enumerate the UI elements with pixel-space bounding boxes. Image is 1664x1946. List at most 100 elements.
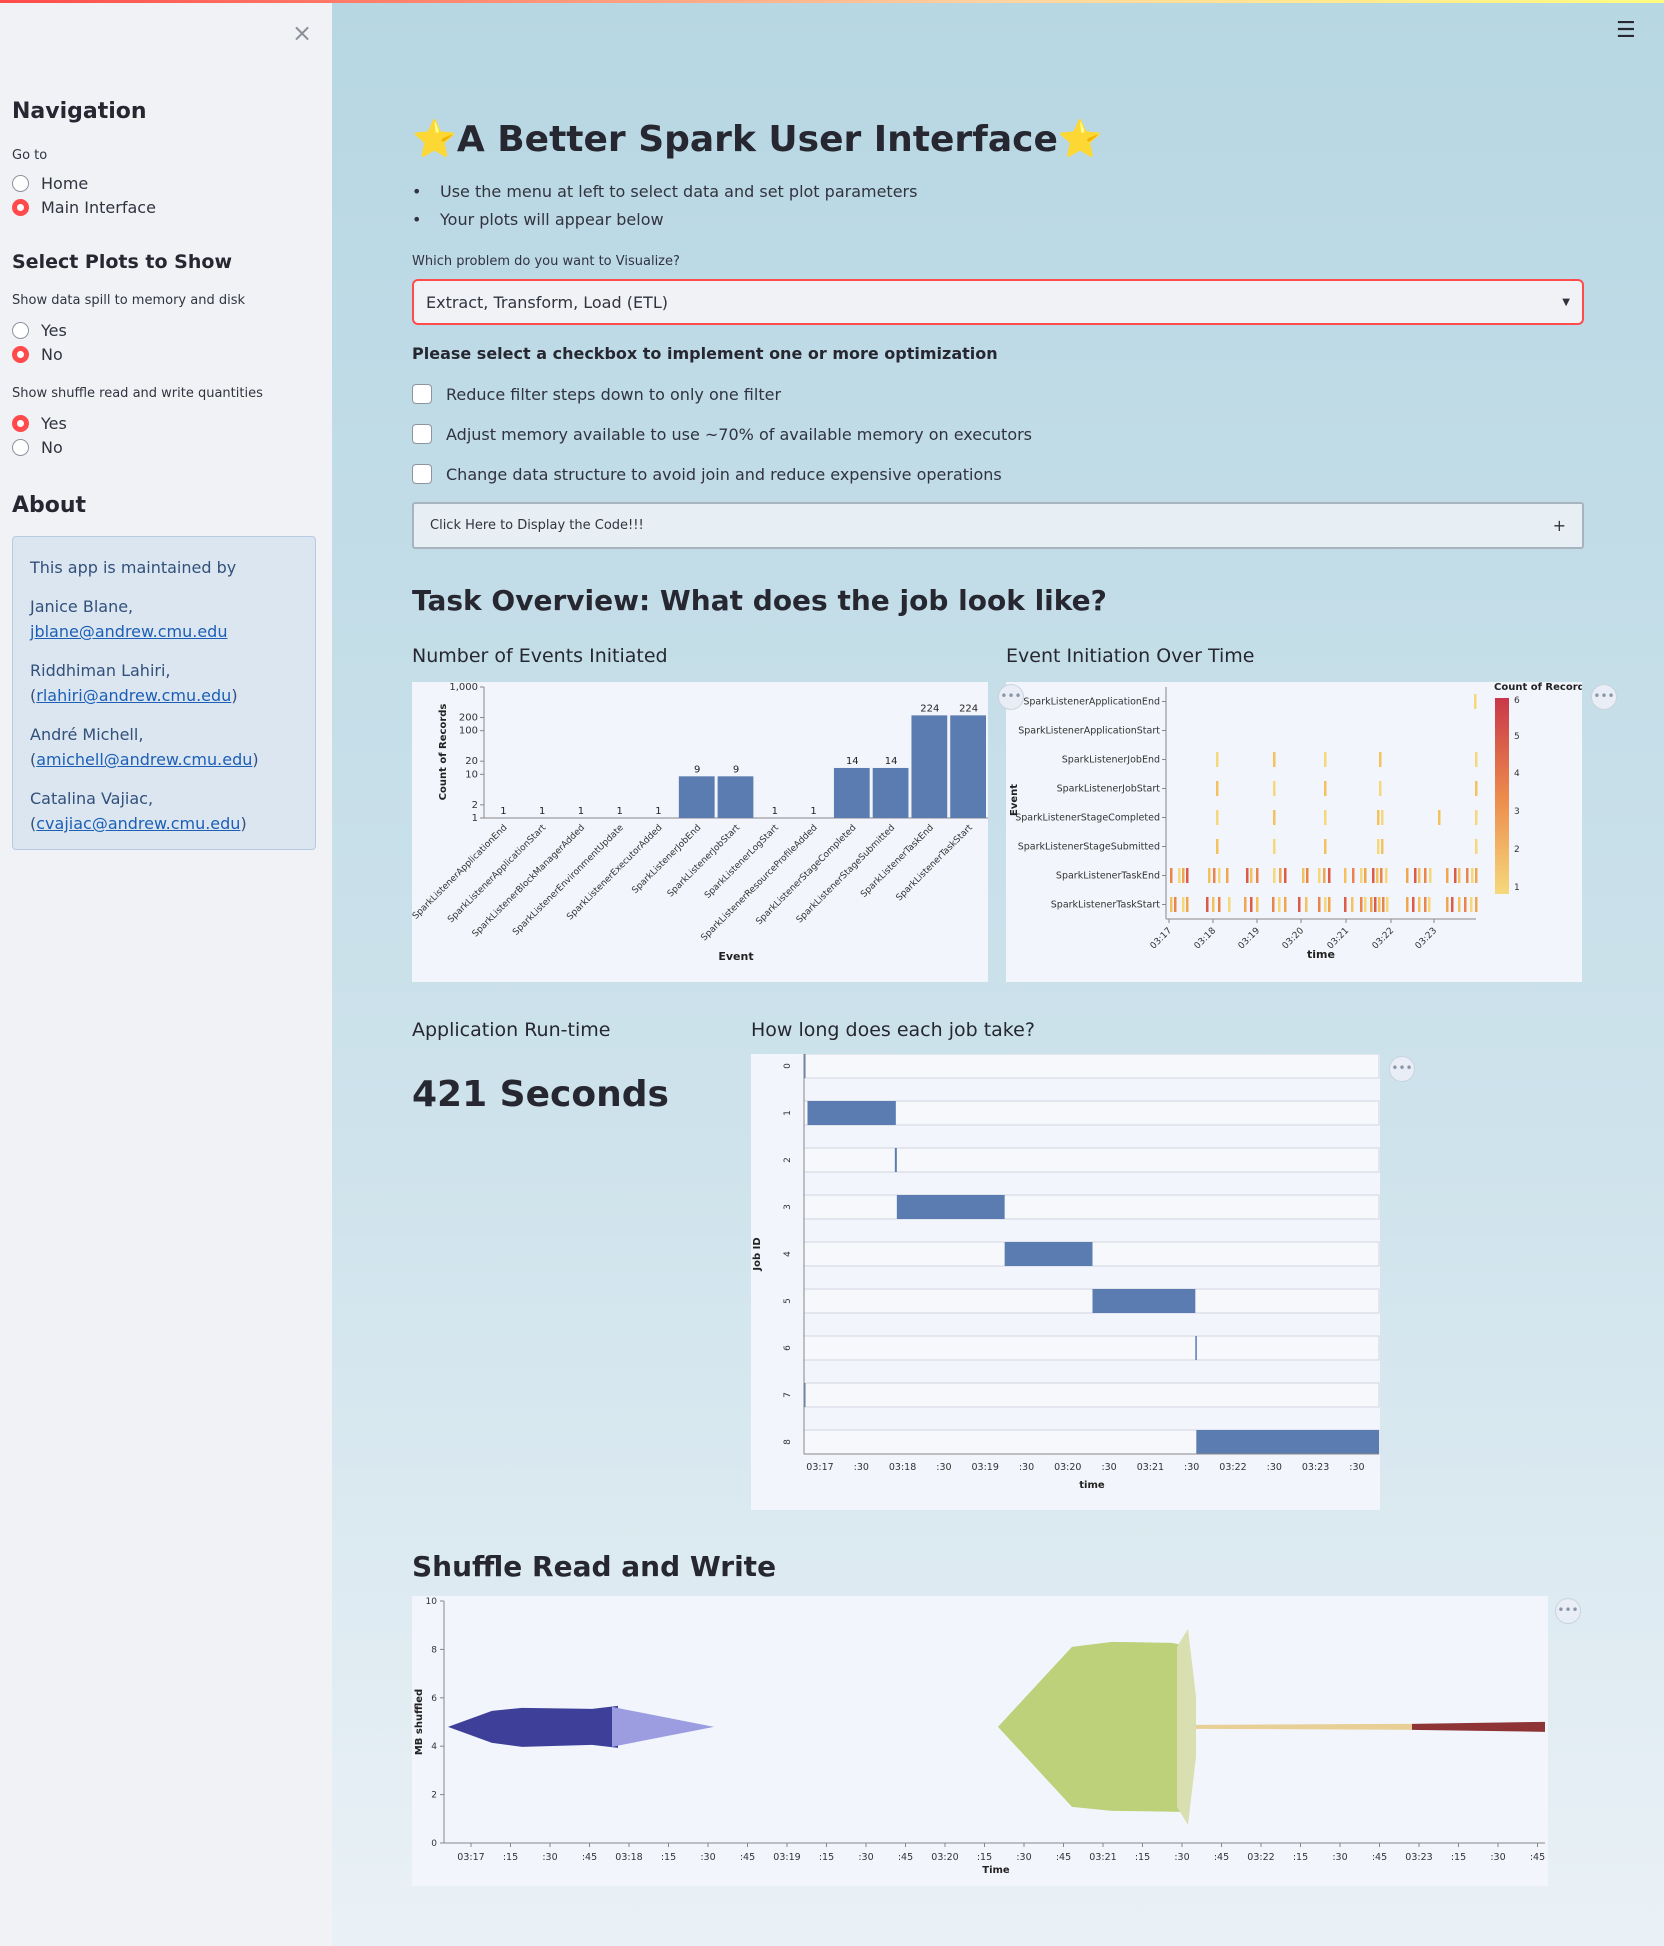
code-expander[interactable]: Click Here to Display the Code!!! +	[412, 502, 1584, 549]
chart-actions-icon[interactable]: •••	[1389, 1056, 1415, 1082]
x-tick-label: :45	[1214, 1852, 1229, 1863]
x-tick-label: :15	[1451, 1852, 1466, 1863]
problem-select-label: Which problem do you want to Visualize?	[412, 254, 680, 269]
y-tick-label: 2	[783, 1157, 793, 1163]
x-tick-label: :30	[1267, 1462, 1282, 1473]
bar-value-label: 14	[846, 756, 859, 767]
heatmap-cell	[1174, 897, 1177, 912]
shuffle-radio-no[interactable]: No	[12, 438, 63, 457]
heatmap-cell	[1364, 868, 1367, 883]
x-tick-label: :30	[542, 1852, 557, 1863]
y-tick-label: 7	[783, 1392, 793, 1398]
shuffle-radio-yes[interactable]: Yes	[12, 414, 67, 433]
x-tick-label: 03:17	[806, 1462, 833, 1473]
y-tick-label: 1	[783, 1110, 793, 1116]
heatmap-cell	[1284, 868, 1287, 883]
chart-actions-icon[interactable]: •••	[1591, 684, 1617, 710]
chart-actions-icon[interactable]: •••	[1555, 1598, 1581, 1624]
heatmap-cell	[1278, 897, 1281, 912]
x-tick-label: 03:21	[1089, 1852, 1116, 1863]
heatmap-cell	[1279, 868, 1282, 883]
x-tick-label: :30	[700, 1852, 715, 1863]
x-tick-label: 03:17	[1149, 926, 1174, 951]
email-link[interactable]: amichell@andrew.cmu.edu	[36, 750, 252, 769]
heatmap-cell	[1302, 868, 1305, 883]
heatmap-cell	[1381, 839, 1384, 854]
heatmap-cell	[1324, 897, 1327, 912]
heatmap-cell	[1216, 752, 1219, 767]
radio-label: Yes	[41, 414, 67, 433]
nav-radio-home[interactable]: Home	[12, 174, 88, 193]
x-tick-label: 03:18	[889, 1462, 916, 1473]
x-tick-label: SparkListenerLogStart	[703, 823, 781, 901]
heatmap-cell	[1475, 781, 1478, 796]
chart-actions-icon[interactable]: •••	[998, 684, 1024, 710]
row-band	[803, 1053, 1380, 1079]
row-band	[803, 1382, 1380, 1408]
nav-radio-main-interface[interactable]: Main Interface	[12, 198, 156, 217]
spill-label: Show data spill to memory and disk	[12, 293, 246, 308]
select-value: Extract, Transform, Load (ETL)	[426, 292, 668, 312]
job-gantt-panel: 0 1 2 3 4 5 6 7 8 03:17:30 03:18:30 03:19:30 03:20:3…	[751, 1053, 1380, 1510]
events-chart-title: Number of Events Initiated	[412, 645, 668, 667]
email-link[interactable]: rlahiri@andrew.cmu.edu	[36, 686, 231, 705]
heatmap-cell	[1170, 897, 1173, 912]
maintainer-item: Janice Blane, jblane@andrew.cmu.edu	[30, 594, 298, 644]
spill-radio-no[interactable]: No	[12, 345, 63, 364]
heatmap-cell	[1228, 897, 1231, 912]
x-tick-label: 03:23	[1405, 1852, 1432, 1863]
events-bar-chart-panel: 1,000 200 100 20 10 2 1 Count of Records 1 SparkL…	[411, 682, 988, 982]
email-link[interactable]: cvajiac@andrew.cmu.edu	[36, 814, 240, 833]
radio-circle-icon	[12, 439, 29, 456]
x-tick-label: :30	[854, 1462, 869, 1473]
bar	[833, 767, 870, 818]
task-overview-heading: Task Overview: What does the job look li…	[412, 584, 1107, 617]
heatmap-cell	[1246, 868, 1249, 883]
series-area	[612, 1706, 714, 1747]
checkbox-label: Reduce filter steps down to only one fil…	[446, 384, 782, 404]
bar-value-label: 1	[500, 806, 506, 817]
x-tick-label: :30	[936, 1462, 951, 1473]
y-tick-label: SparkListenerStageCompleted	[1015, 813, 1160, 824]
heatmap-cell	[1351, 897, 1354, 912]
event-heatmap-panel: SparkListenerApplicationEnd SparkListener…	[1006, 682, 1591, 982]
x-tick-label: 03:20	[1054, 1462, 1081, 1473]
runtime-heading: Application Run-time	[412, 1019, 611, 1041]
problem-select[interactable]: Extract, Transform, Load (ETL) ▼	[412, 279, 1584, 325]
y-tick-label: 1	[472, 813, 478, 824]
checkbox-reduce-filter[interactable]: Reduce filter steps down to only one fil…	[412, 384, 781, 404]
heatmap-cell	[1378, 897, 1381, 912]
y-tick-label: 6	[783, 1345, 793, 1351]
bar	[717, 776, 754, 818]
x-axis-title: Event	[718, 950, 753, 963]
job-bar	[896, 1195, 1005, 1219]
heatmap-cell	[1273, 868, 1276, 883]
y-tick-label: 200	[459, 713, 478, 724]
heatmap-cell	[1186, 868, 1189, 883]
bar	[911, 715, 948, 818]
close-sidebar-icon[interactable]: ×	[292, 19, 312, 47]
checkbox-change-structure[interactable]: Change data structure to avoid join and …	[412, 464, 1002, 484]
heatmap-cell	[1466, 868, 1469, 883]
x-tick-label: :45	[898, 1852, 913, 1863]
bar-value-label: 1	[578, 806, 584, 817]
heatmap-cell	[1374, 897, 1377, 912]
y-tick-label: SparkListenerJobEnd	[1062, 755, 1160, 766]
bar	[872, 767, 909, 818]
email-link[interactable]: jblane@andrew.cmu.edu	[30, 622, 227, 641]
x-tick-label: :15	[977, 1852, 992, 1863]
y-tick-label: 10	[426, 1597, 438, 1607]
hamburger-menu-icon[interactable]: ☰	[1616, 18, 1636, 43]
heatmap-cell	[1380, 868, 1383, 883]
heatmap-cell	[1170, 868, 1173, 883]
about-heading: About	[12, 493, 87, 518]
heatmap-cell	[1360, 868, 1363, 883]
spill-radio-yes[interactable]: Yes	[12, 321, 67, 340]
checkbox-adjust-memory[interactable]: Adjust memory available to use ~70% of a…	[412, 424, 1032, 444]
y-axis-title: Event	[1009, 784, 1020, 816]
heatmap-cell	[1218, 897, 1221, 912]
series-area	[1196, 1723, 1412, 1730]
series-area	[448, 1705, 618, 1748]
x-tick-label: :45	[582, 1852, 597, 1863]
heatmap-cell	[1451, 897, 1454, 912]
